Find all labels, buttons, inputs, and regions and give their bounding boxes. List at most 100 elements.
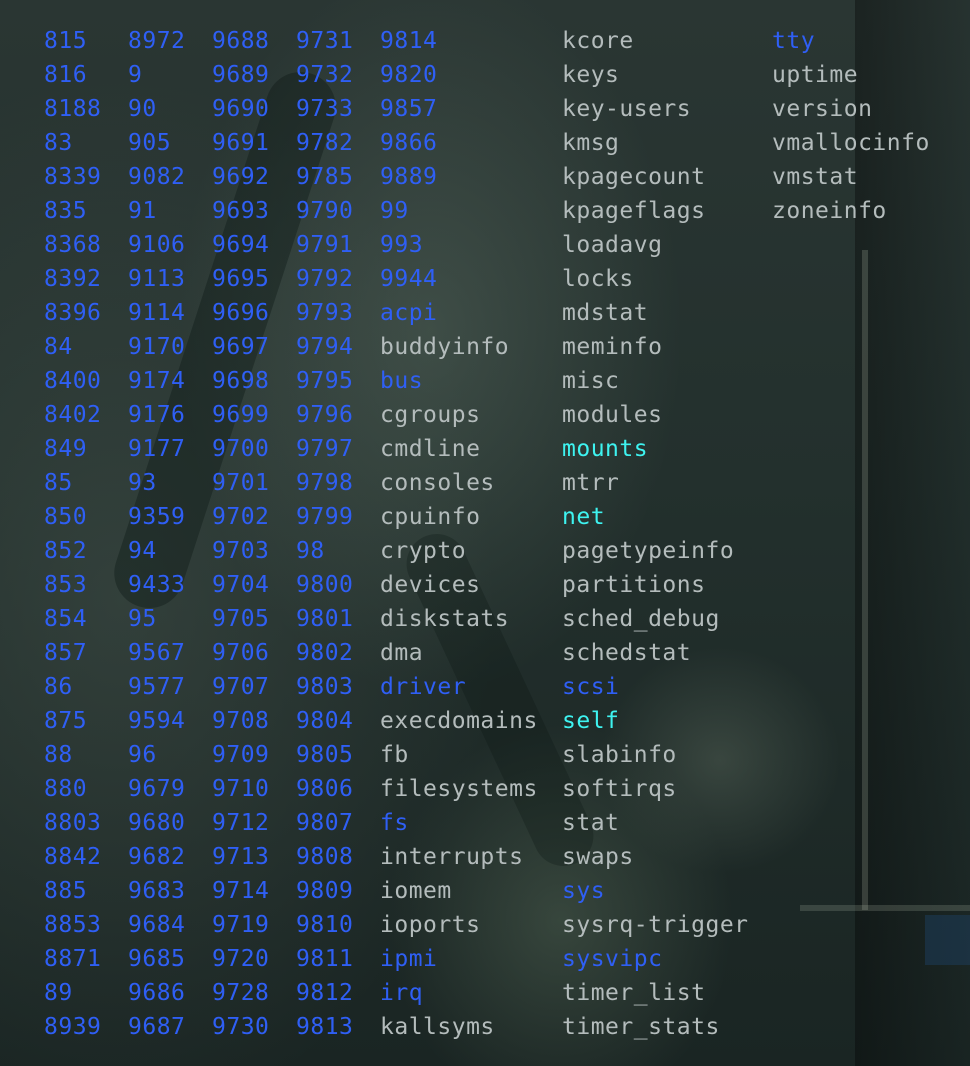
listing-entry-directory: 91: [128, 198, 157, 224]
listing-entry-file: cgroups: [380, 402, 481, 428]
listing-entry-directory: 8853: [44, 912, 102, 938]
listing-entry-file: mtrr: [562, 470, 620, 496]
listing-entry-directory: 9731: [296, 28, 354, 54]
listing-entry-directory: 9798: [296, 470, 354, 496]
listing-column: 8972 9 90 905 9082 91 9106 9113 9114 9170 9174 9176…: [128, 24, 185, 1044]
listing-entry-directory: 9712: [212, 810, 270, 836]
listing-entry-directory: 9: [128, 62, 143, 88]
listing-entry-directory: 9807: [296, 810, 354, 836]
listing-entry-directory: [0, 738, 40, 772]
listing-entry-directory: 854: [44, 606, 88, 632]
listing-entry-directory: 8972: [128, 28, 186, 54]
listing-entry-directory: 9693: [212, 198, 270, 224]
listing-entry-symlink: mounts: [562, 436, 649, 462]
listing-entry-directory: 9732: [296, 62, 354, 88]
listing-entry-directory: 9799: [296, 504, 354, 530]
listing-entry-file: zoneinfo: [772, 198, 887, 224]
listing-entry-directory: 9714: [212, 878, 270, 904]
listing-entry-directory: tty: [772, 28, 816, 54]
listing-entry-file: cmdline: [380, 436, 481, 462]
listing-entry-file: slabinfo: [562, 742, 677, 768]
listing-entry-directory: 9730: [212, 1014, 270, 1040]
listing-entry-directory: 849: [44, 436, 88, 462]
listing-entry-directory: 993: [380, 232, 424, 258]
listing-entry-directory: 885: [44, 878, 88, 904]
listing-entry-directory: 8871: [44, 946, 102, 972]
listing-entry-file: filesystems: [380, 776, 538, 802]
listing-entry-directory: 9866: [380, 130, 438, 156]
listing-entry-directory: 9809: [296, 878, 354, 904]
listing-entry-directory: 9687: [128, 1014, 186, 1040]
listing-entry-directory: 9792: [296, 266, 354, 292]
listing-entry-directory: 4: [0, 670, 40, 704]
listing-entry-directory: 9795: [296, 368, 354, 394]
listing-entry-file: sysrq-trigger: [562, 912, 749, 938]
listing-entry-directory: 9785: [296, 164, 354, 190]
listing-entry-file: modules: [562, 402, 663, 428]
listing-entry-file: kmsg: [562, 130, 620, 156]
listing-entry-directory: [0, 466, 40, 500]
listing-entry-directory: 8392: [44, 266, 102, 292]
listing-entry-directory: 8402: [44, 402, 102, 428]
listing-entry-directory: sys: [562, 878, 606, 904]
listing-entry-directory: 88: [44, 742, 73, 768]
listing-entry-directory: 8: [0, 228, 40, 262]
listing-entry-directory: 9697: [212, 334, 270, 360]
listing-entry-directory: 9889: [380, 164, 438, 190]
listing-entry-directory: 9679: [128, 776, 186, 802]
listing-entry-directory: [0, 262, 40, 296]
listing-entry-directory: 9814: [380, 28, 438, 54]
listing-entry-directory: 835: [44, 198, 88, 224]
listing-entry-directory: 9114: [128, 300, 186, 326]
listing-entry-directory: 89: [44, 980, 73, 1006]
listing-entry-directory: 9577: [128, 674, 186, 700]
listing-entry-directory: 9790: [296, 198, 354, 224]
listing-entry-directory: 9810: [296, 912, 354, 938]
listing-entry-directory: sysvipc: [562, 946, 663, 972]
listing-entry-directory: 9: [0, 636, 40, 670]
listing-entry-directory: [0, 1010, 40, 1044]
listing-entry-directory: 6: [0, 296, 40, 330]
listing-entry-directory: 9106: [128, 232, 186, 258]
listing-entry-file: sched_debug: [562, 606, 720, 632]
listing-entry-directory: driver: [380, 674, 467, 700]
listing-entry-directory: 9: [0, 330, 40, 364]
listing-entry-directory: 9804: [296, 708, 354, 734]
listing-entry-directory: 9359: [128, 504, 186, 530]
listing-entry-directory: 9802: [296, 640, 354, 666]
listing-entry-directory: [0, 976, 40, 1010]
listing-entry-directory: 9177: [128, 436, 186, 462]
listing-column: kcore keys key-users kmsg kpagecount kpagefla…: [562, 24, 749, 1044]
listing-entry-directory: 9801: [296, 606, 354, 632]
listing-entry-directory: 9691: [212, 130, 270, 156]
listing-entry-directory: 9707: [212, 674, 270, 700]
listing-entry-file: keys: [562, 62, 620, 88]
listing-entry-directory: 9688: [212, 28, 270, 54]
listing-entry-directory: 8803: [44, 810, 102, 836]
listing-entry-directory: 875: [44, 708, 88, 734]
listing-entry-file: kcore: [562, 28, 634, 54]
listing-entry-directory: [0, 24, 40, 58]
listing-entry-directory: 0: [0, 568, 40, 602]
listing-entry-directory: 3: [0, 534, 40, 568]
listing-entry-file: kallsyms: [380, 1014, 495, 1040]
listing-entry-directory: 9706: [212, 640, 270, 666]
listing-entry-directory: 9594: [128, 708, 186, 734]
listing-entry-file: timer_list: [562, 980, 706, 1006]
listing-entry-directory: 95: [128, 606, 157, 632]
listing-entry-directory: 9797: [296, 436, 354, 462]
listing-entry-directory: 83: [44, 130, 73, 156]
listing-entry-directory: irq: [380, 980, 424, 1006]
listing-entry-directory: 9713: [212, 844, 270, 870]
listing-entry-directory: 84: [44, 334, 73, 360]
listing-entry-directory: 9: [0, 432, 40, 466]
listing-entry-directory: 7: [0, 704, 40, 738]
listing-entry-directory: 8368: [44, 232, 102, 258]
listing-entry-directory: [0, 806, 40, 840]
listing-column-clipped: 971088694930594792: [0, 24, 40, 1044]
listing-entry-directory: 9719: [212, 912, 270, 938]
listing-entry-directory: 98: [296, 538, 325, 564]
listing-entry-directory: 9811: [296, 946, 354, 972]
listing-entry-directory: 9684: [128, 912, 186, 938]
listing-column: tty uptime version vmallocinfo vmstat zoneinf…: [772, 24, 930, 228]
